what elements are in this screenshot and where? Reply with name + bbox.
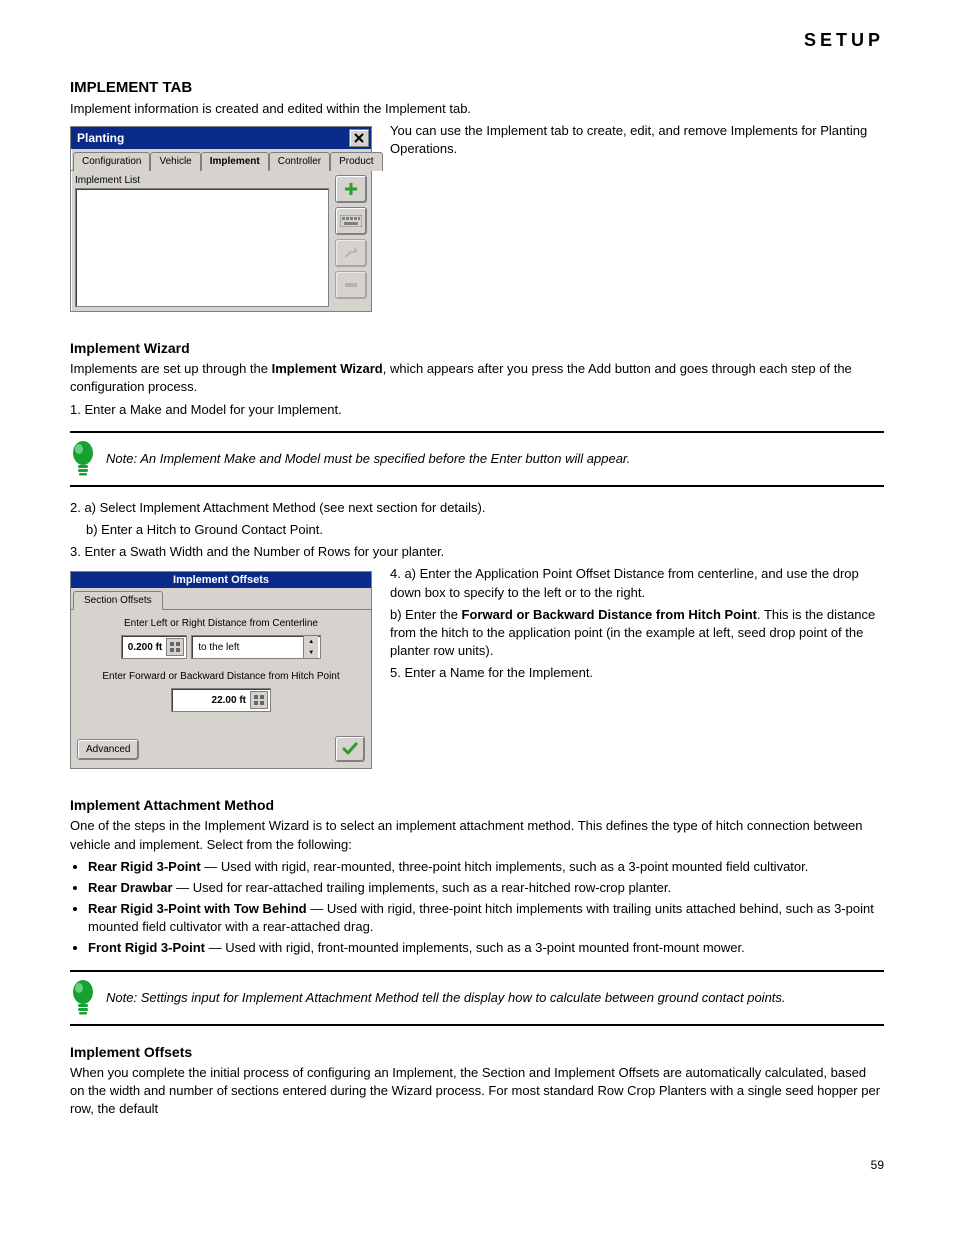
- para-offsets-body: When you complete the initial process of…: [70, 1064, 884, 1119]
- list-item: Rear Rigid 3-Point — Used with rigid, re…: [88, 858, 884, 876]
- heading-attachment: Implement Attachment Method: [70, 797, 884, 813]
- keypad-icon[interactable]: [250, 691, 268, 709]
- minus-icon: [345, 283, 357, 287]
- keyboard-button[interactable]: [335, 207, 367, 235]
- note-1: Note: An Implement Make and Model must b…: [70, 431, 884, 487]
- centerline-side-select[interactable]: to the left ▲▼: [191, 635, 321, 659]
- hitch-distance-input[interactable]: 22.00 ft: [171, 688, 271, 712]
- offsets-dialog-title: Implement Offsets: [71, 572, 371, 588]
- keyboard-icon: [340, 215, 362, 227]
- tab-configuration[interactable]: Configuration: [73, 152, 150, 171]
- tabs: Configuration Vehicle Implement Controll…: [71, 151, 371, 171]
- implement-listbox[interactable]: [75, 188, 329, 307]
- spinner-icon[interactable]: ▲▼: [303, 636, 318, 658]
- lightbulb-icon: [70, 978, 96, 1018]
- planting-dialog: Planting Configuration Vehicle Implement…: [70, 126, 372, 312]
- lightbulb-icon: [70, 439, 96, 479]
- heading-implement-tab: IMPLEMENT TAB: [70, 79, 884, 96]
- para-attachment-intro: One of the steps in the Implement Wizard…: [70, 817, 884, 853]
- add-button[interactable]: [335, 175, 367, 203]
- close-icon[interactable]: [349, 129, 369, 147]
- implement-list-label: Implement List: [75, 175, 329, 186]
- confirm-button[interactable]: [335, 736, 365, 762]
- figure-offsets-dialog: Implement Offsets Section Offsets Enter …: [70, 571, 372, 769]
- list-item: Rear Rigid 3-Point with Tow Behind — Use…: [88, 900, 884, 936]
- remove-button[interactable]: [335, 271, 367, 299]
- tab-controller[interactable]: Controller: [269, 152, 330, 171]
- offsets-dialog: Implement Offsets Section Offsets Enter …: [70, 571, 372, 769]
- heading-wizard: Implement Wizard: [70, 340, 884, 356]
- para-wizard-intro: Implements are set up through the Implem…: [70, 360, 884, 396]
- wizard-step-3: 3. Enter a Swath Width and the Number of…: [70, 543, 884, 561]
- wizard-step-1: 1. Enter a Make and Model for your Imple…: [70, 401, 884, 419]
- label-centerline: Enter Left or Right Distance from Center…: [79, 618, 363, 629]
- planting-dialog-titlebar: Planting: [71, 127, 371, 149]
- list-item: Front Rigid 3-Point — Used with rigid, f…: [88, 939, 884, 957]
- wizard-step-2b: b) Enter a Hitch to Ground Contact Point…: [86, 521, 884, 539]
- label-hitch: Enter Forward or Backward Distance from …: [79, 671, 363, 682]
- list-item: Rear Drawbar — Used for rear-attached tr…: [88, 879, 884, 897]
- page-number: 59: [70, 1158, 884, 1172]
- page-header: SETUP: [70, 30, 884, 51]
- wrench-icon: [343, 245, 359, 261]
- tab-implement[interactable]: Implement: [201, 152, 269, 171]
- para-implement-tab-1: Implement information is created and edi…: [70, 100, 884, 118]
- checkmark-icon: [342, 742, 358, 756]
- wizard-step-2a: 2. a) Select Implement Attachment Method…: [70, 499, 884, 517]
- attachment-list: Rear Rigid 3-Point — Used with rigid, re…: [88, 858, 884, 958]
- keypad-icon[interactable]: [166, 638, 184, 656]
- tab-vehicle[interactable]: Vehicle: [150, 152, 200, 171]
- tab-product[interactable]: Product: [330, 152, 382, 171]
- centerline-distance-input[interactable]: 0.200 ft: [121, 635, 187, 659]
- planting-dialog-title: Planting: [77, 129, 124, 147]
- figure-planting-dialog: Planting Configuration Vehicle Implement…: [70, 126, 372, 312]
- tab-section-offsets[interactable]: Section Offsets: [73, 591, 163, 610]
- note-2: Note: Settings input for Implement Attac…: [70, 970, 884, 1026]
- plus-icon: [344, 182, 358, 196]
- advanced-button[interactable]: Advanced: [77, 739, 139, 760]
- wrench-button[interactable]: [335, 239, 367, 267]
- heading-offsets: Implement Offsets: [70, 1044, 884, 1060]
